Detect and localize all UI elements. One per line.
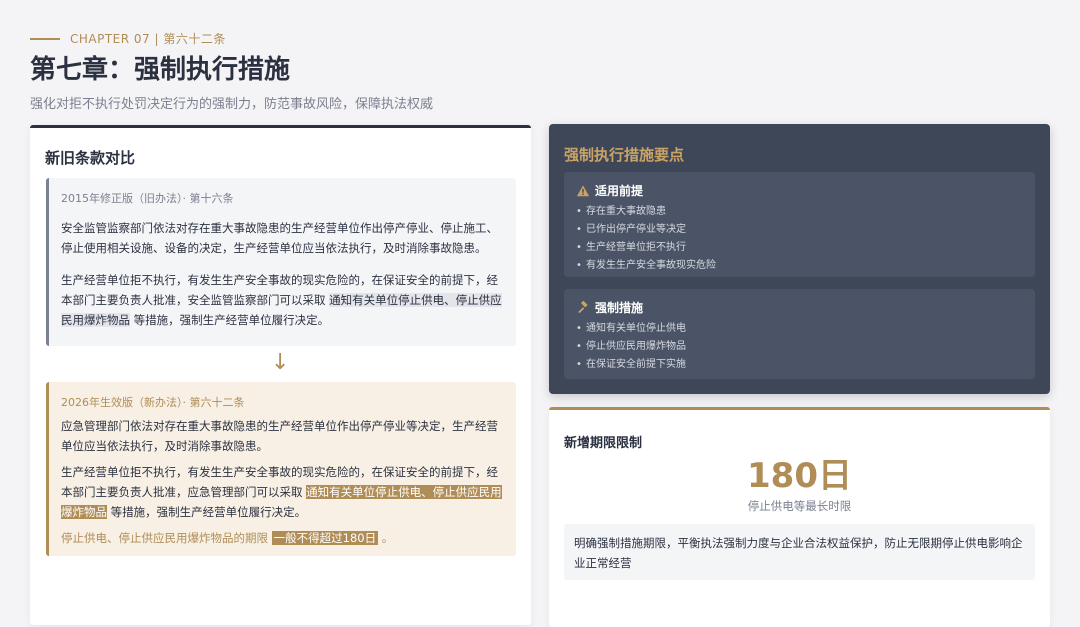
premise-list: 存在重大事故隐患 已作出停产停业等决定 生产经营单位拒不执行 有发生生产安全事故…	[576, 203, 1023, 275]
list-item: 生产经营单位拒不执行	[576, 239, 1023, 257]
eyebrow-accent-line	[30, 37, 60, 40]
actions-list: 通知有关单位停止供电 停止供应民用爆炸物品 在保证安全前提下实施	[576, 320, 1023, 374]
list-item: 停止供应民用爆炸物品	[576, 338, 1023, 356]
old-clause-paragraph-1: 安全监管监察部门依法对存在重大事故隐患的生产经营单位作出停产停业、停止施工、停止…	[61, 221, 498, 255]
list-item: 通知有关单位停止供电	[576, 320, 1023, 338]
new-clause-box: 2026年生效版（新办法）· 第六十二条 应急管理部门依法对存在重大事故隐患的生…	[46, 382, 516, 556]
old-clause-box: 2015年修正版（旧办法）· 第十六条 安全监管监察部门依法对存在重大事故隐患的…	[46, 178, 516, 346]
premise-card: 适用前提 存在重大事故隐患 已作出停产停业等决定 生产经营单位拒不执行 有发生生…	[564, 172, 1035, 277]
limit-line-end: 。	[381, 531, 394, 545]
limit-value: 180日	[747, 456, 852, 496]
list-item: 存在重大事故隐患	[576, 203, 1023, 221]
comparison-card: 新旧条款对比 2015年修正版（旧办法）· 第十六条 安全监管监察部门依法对存在…	[30, 125, 531, 625]
page-subtitle: 强化对拒不执行处罚决定行为的强制力，防范事故风险，保障执法权威	[30, 97, 434, 112]
limit-line-highlight: 一般不得超过180日	[271, 531, 379, 545]
new-p2-text-end: 等措施，强制生产经营单位履行决定。	[110, 505, 307, 519]
new-clause-paragraph-2: 生产经营单位拒不执行，有发生生产安全事故的现实危险的，在保证安全的前提下，经本部…	[61, 462, 504, 522]
page-title: 第七章：强制执行措施	[30, 55, 291, 85]
limit-note: 明确强制措施期限，平衡执法强制力度与企业合法权益保护，防止无限期停止供电影响企业…	[564, 524, 1035, 580]
new-clause-paragraph-1: 应急管理部门依法对存在重大事故隐患的生产经营单位作出停产停业等决定，生产经营单位…	[61, 419, 498, 453]
list-item: 在保证安全前提下实施	[576, 356, 1023, 374]
limit-caption: 停止供电等最长时限	[747, 499, 852, 513]
old-clause-paragraph-2: 生产经营单位拒不执行，有发生生产安全事故的现实危险的，在保证安全的前提下，经本部…	[61, 270, 504, 330]
measures-card: 强制执行措施要点 适用前提 存在重大事故隐患 已作出停产停业等决定 生产经营单位…	[549, 124, 1050, 394]
limit-line-text: 停止供电、停止供应民用爆炸物品的期限	[61, 531, 268, 545]
new-clause-meta: 2026年生效版（新办法）· 第六十二条	[61, 396, 245, 409]
old-clause-meta: 2015年修正版（旧办法）· 第十六条	[61, 192, 234, 205]
chapter-eyebrow: CHAPTER 07 | 第六十二条	[30, 30, 1050, 47]
chapter-label: CHAPTER 07 | 第六十二条	[70, 32, 226, 46]
old-p2-text-end: 等措施，强制生产经营单位履行决定。	[133, 313, 330, 327]
new-clause-limit-line: 停止供电、停止供应民用爆炸物品的期限 一般不得超过180日 。	[61, 528, 504, 548]
actions-label: 强制措施	[595, 301, 644, 315]
premise-header: 适用前提	[576, 182, 1023, 199]
actions-card: 强制措施 通知有关单位停止供电 停止供应民用爆炸物品 在保证安全前提下实施	[564, 289, 1035, 379]
premise-label: 适用前提	[595, 184, 644, 198]
down-arrow-icon: ↓	[271, 350, 290, 375]
warning-icon	[576, 184, 590, 196]
gavel-icon	[578, 300, 588, 313]
measures-title: 强制执行措施要点	[564, 146, 685, 164]
limit-card: 新增期限限制 180日 停止供电等最长时限 明确强制措施期限，平衡执法强制力度与…	[549, 407, 1050, 627]
list-item: 有发生生产安全事故现实危险	[576, 257, 1023, 275]
actions-header: 强制措施	[576, 299, 1023, 316]
limit-title: 新增期限限制	[564, 436, 643, 451]
list-item: 已作出停产停业等决定	[576, 221, 1023, 239]
comparison-title: 新旧条款对比	[45, 149, 136, 167]
page-header: CHAPTER 07 | 第六十二条 第七章：强制执行措施 强化对拒不执行处罚决…	[30, 30, 1050, 112]
